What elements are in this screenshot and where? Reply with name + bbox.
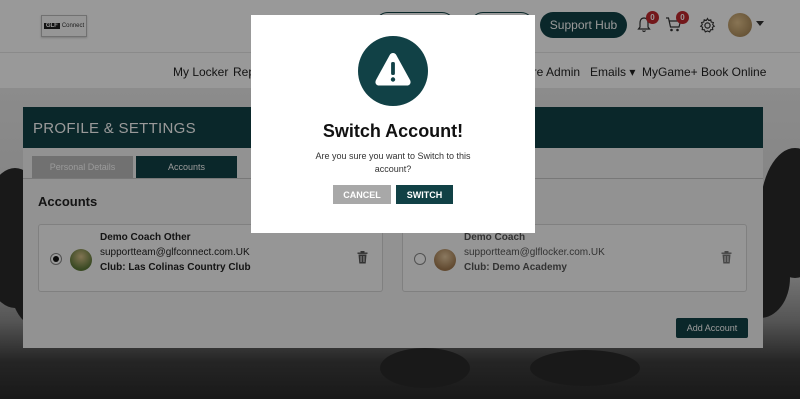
cancel-button[interactable]: CANCEL <box>333 185 391 204</box>
warning-badge <box>358 36 428 106</box>
switch-account-dialog: Switch Account! Are you sure you want to… <box>251 15 535 233</box>
warning-icon <box>375 53 411 86</box>
switch-button[interactable]: SWITCH <box>396 185 453 204</box>
dialog-message: Are you sure you want to Switch to this … <box>315 151 471 174</box>
dialog-title: Switch Account! <box>322 121 464 141</box>
